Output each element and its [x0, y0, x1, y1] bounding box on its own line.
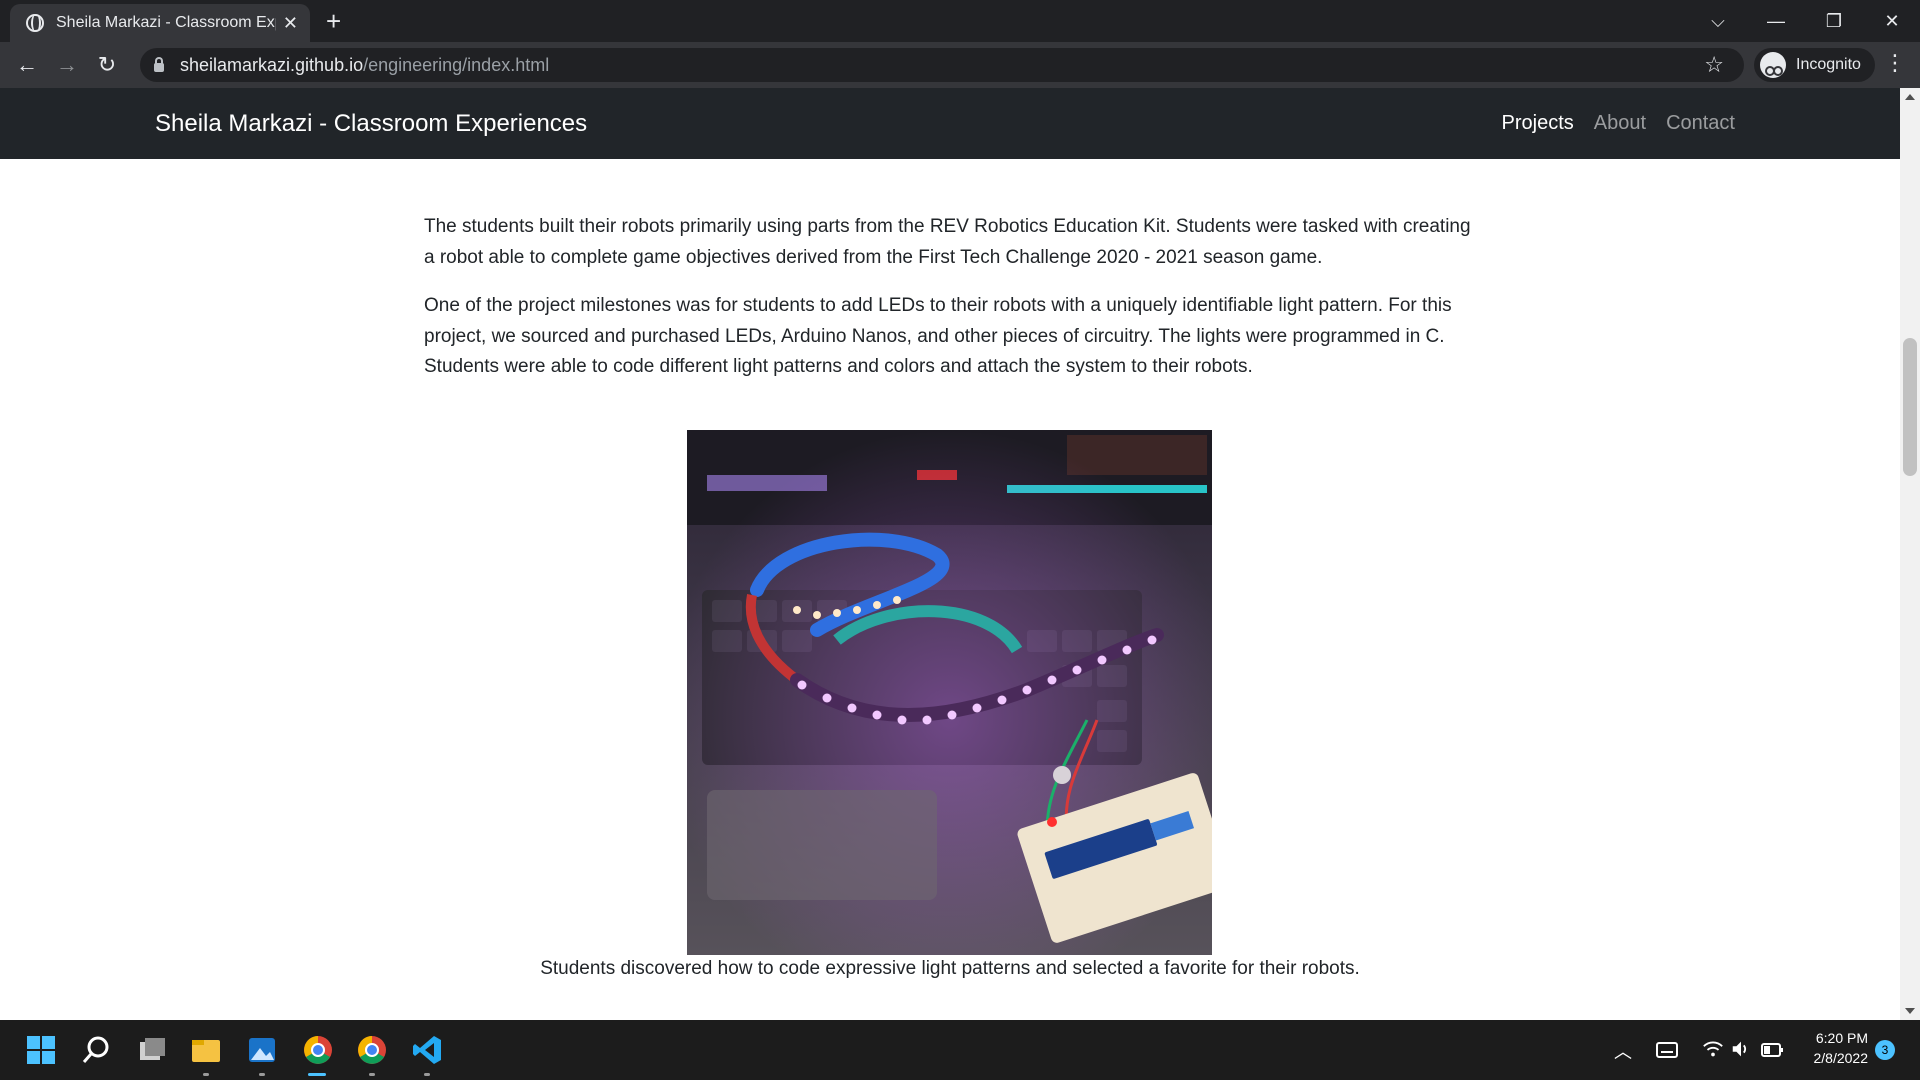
paragraph: The students built their robots primaril…: [424, 216, 1471, 268]
wifi-icon[interactable]: [1702, 1038, 1724, 1060]
close-window-button[interactable]: ✕: [1864, 0, 1920, 42]
browser-tab-strip: Sheila Markazi - Classroom Experi ✕ + ⌵ …: [0, 0, 1920, 42]
chrome-profile-icon[interactable]: [356, 1034, 388, 1066]
back-icon[interactable]: ←: [12, 50, 42, 80]
system-clock[interactable]: 6:20 PM 2/8/2022: [1790, 1028, 1869, 1068]
browser-tab[interactable]: Sheila Markazi - Classroom Experi ✕: [10, 4, 310, 42]
url-host: sheilamarkazi.github.io: [180, 54, 364, 75]
scroll-down-icon[interactable]: [1905, 1008, 1915, 1014]
led-strip-photo-illustration: [687, 430, 1212, 955]
chrome-icon[interactable]: [302, 1034, 334, 1066]
clock-date: 2/8/2022: [1813, 1050, 1869, 1066]
browser-toolbar: ← → ↻ sheilamarkazi.github.io/engineerin…: [0, 42, 1920, 88]
nav-contact[interactable]: Contact: [1666, 112, 1735, 135]
image-caption: Students discovered how to code expressi…: [540, 958, 1360, 979]
nav-projects[interactable]: Projects: [1502, 112, 1574, 135]
new-tab-button[interactable]: +: [326, 6, 341, 37]
scroll-up-icon[interactable]: [1905, 94, 1915, 100]
chevron-up-icon[interactable]: ︿: [1614, 1038, 1632, 1064]
bookmark-star-icon[interactable]: ☆: [1704, 52, 1724, 78]
nav-about[interactable]: About: [1594, 112, 1646, 135]
forward-icon[interactable]: →: [52, 50, 82, 80]
site-brand[interactable]: Sheila Markazi - Classroom Experiences: [155, 110, 587, 138]
reload-icon[interactable]: ↻: [92, 50, 122, 80]
scrollbar-thumb[interactable]: [1903, 338, 1917, 476]
address-bar[interactable]: sheilamarkazi.github.io/engineering/inde…: [140, 48, 1744, 82]
site-nav-links: Projects About Contact: [1502, 112, 1735, 135]
windows-start-icon[interactable]: [25, 1034, 57, 1066]
restore-button[interactable]: ❐: [1806, 0, 1862, 42]
incognito-label: Incognito: [1796, 56, 1861, 73]
search-icon[interactable]: [80, 1034, 112, 1066]
taskbar-indicator: [424, 1073, 430, 1076]
photos-icon[interactable]: [246, 1034, 278, 1066]
globe-icon: [26, 14, 44, 32]
page-scrollbar[interactable]: [1900, 88, 1920, 1020]
taskbar-indicator: [369, 1073, 375, 1076]
incognito-button[interactable]: Incognito: [1754, 48, 1875, 82]
notification-badge[interactable]: 3: [1875, 1040, 1895, 1060]
tab-title: Sheila Markazi - Classroom Experi: [56, 14, 276, 31]
paragraph: One of the project milestones was for st…: [424, 295, 1452, 377]
article-content: The students built their robots primaril…: [424, 212, 1484, 401]
minimize-button[interactable]: —: [1748, 0, 1804, 42]
taskbar-indicator: [203, 1073, 209, 1076]
battery-icon[interactable]: [1760, 1039, 1784, 1061]
lock-icon[interactable]: [154, 57, 164, 72]
task-view-icon[interactable]: [136, 1034, 168, 1066]
vscode-icon[interactable]: [411, 1034, 443, 1066]
tab-close-icon[interactable]: ✕: [283, 13, 298, 34]
clock-time: 6:20 PM: [1815, 1030, 1868, 1046]
incognito-icon: [1760, 52, 1786, 78]
url-path: /engineering/index.html: [363, 54, 550, 75]
kebab-menu-icon[interactable]: ⋮: [1884, 50, 1906, 76]
windows-taskbar: ︿ 6:20 PM 2/8/2022 3: [0, 1020, 1920, 1080]
volume-icon[interactable]: [1730, 1038, 1752, 1060]
file-explorer-icon[interactable]: [190, 1034, 222, 1066]
taskbar-indicator-active: [308, 1073, 326, 1076]
led-robot-photo: [687, 430, 1212, 955]
touch-keyboard-icon[interactable]: [1655, 1038, 1679, 1062]
site-navbar: Sheila Markazi - Classroom Experiences P…: [0, 88, 1900, 159]
tab-search-icon[interactable]: ⌵: [1690, 0, 1746, 42]
taskbar-indicator: [259, 1073, 265, 1076]
page-viewport: Sheila Markazi - Classroom Experiences P…: [0, 88, 1920, 1020]
